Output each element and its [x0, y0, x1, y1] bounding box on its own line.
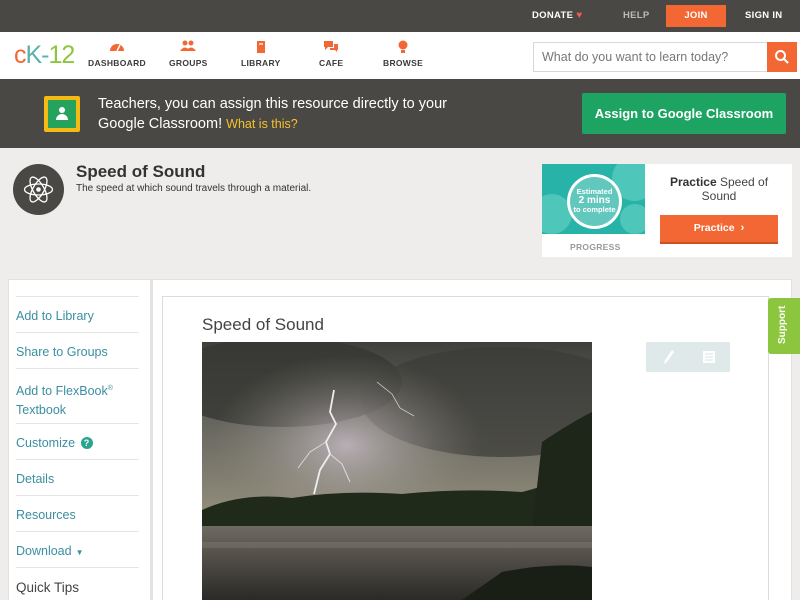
- nav-dashboard[interactable]: DASHBOARD: [88, 40, 146, 68]
- estimate-line3: to complete: [573, 205, 616, 214]
- lesson-title: Speed of Sound: [202, 315, 324, 334]
- sidebar-item-details[interactable]: Details: [16, 459, 139, 489]
- lightning-storm-photo: [202, 342, 592, 600]
- practice-title: Practice Speed of Sound: [660, 175, 778, 203]
- registered-mark: ®: [107, 385, 113, 392]
- banner-message: Teachers, you can assign this resource d…: [98, 94, 448, 134]
- logo-k: K-: [25, 41, 50, 69]
- sidebar-item-add-flexbook[interactable]: Add to FlexBook® Textbook: [16, 368, 139, 420]
- notes-icon[interactable]: [702, 350, 716, 364]
- sidebar-item-download[interactable]: Download ▼: [16, 531, 139, 562]
- atom-icon: [13, 164, 64, 215]
- quick-tips-label: Quick Tips: [16, 580, 80, 595]
- page-subtitle: The speed at which sound travels through…: [76, 183, 312, 194]
- assign-google-classroom-button[interactable]: Assign to Google Classroom: [582, 93, 786, 134]
- nav-browse[interactable]: BROWSE: [383, 40, 423, 68]
- donate-label: DONATE: [532, 10, 574, 21]
- join-button[interactable]: JOIN: [666, 5, 726, 27]
- cafe-icon: [319, 40, 343, 56]
- help-link[interactable]: HELP: [623, 0, 650, 32]
- download-label: Download: [16, 544, 72, 558]
- support-tab[interactable]: Support: [768, 298, 800, 354]
- progress-ring: Estimated 2 mins to complete: [567, 174, 622, 229]
- nav-browse-label: BROWSE: [383, 58, 424, 68]
- chevron-right-icon: ›: [740, 222, 745, 234]
- nav-groups-label: GROUPS: [169, 58, 208, 68]
- sidebar-quick-tips[interactable]: Quick Tips: [16, 567, 139, 597]
- groups-icon: [169, 40, 208, 56]
- flexbook-textbook-label: Textbook: [16, 403, 67, 418]
- progress-label: PROGRESS: [570, 242, 621, 252]
- search-button[interactable]: [767, 42, 797, 72]
- logo-c: c: [14, 41, 26, 69]
- sidebar-item-add-library[interactable]: Add to Library: [16, 296, 139, 326]
- what-is-this-link[interactable]: What is this?: [226, 117, 298, 131]
- dashboard-icon: [88, 40, 146, 56]
- progress-graphic: Estimated 2 mins to complete: [542, 164, 645, 234]
- details-label: Details: [16, 472, 55, 486]
- practice-button-label: Practice: [693, 222, 735, 234]
- browse-icon: [383, 40, 423, 56]
- caret-down-icon: ▼: [75, 548, 84, 557]
- main-nav: cK-12 DASHBOARD GROUPS LIBRARY CAFE BROW…: [0, 32, 800, 79]
- lesson-tools: [646, 342, 730, 372]
- donate-link[interactable]: DONATE ♥: [532, 0, 582, 32]
- sidebar-item-share-groups[interactable]: Share to Groups: [16, 332, 139, 362]
- practice-card: Estimated 2 mins to complete PROGRESS Pr…: [542, 164, 792, 257]
- nav-library[interactable]: LIBRARY: [241, 40, 281, 68]
- help-icon[interactable]: ?: [80, 437, 93, 449]
- nav-dashboard-label: DASHBOARD: [88, 58, 146, 68]
- resources-label: Resources: [16, 508, 76, 522]
- search-input[interactable]: [534, 43, 768, 71]
- support-label: Support: [777, 305, 788, 344]
- nav-library-label: LIBRARY: [241, 58, 281, 68]
- ck12-logo[interactable]: cK-12: [14, 41, 76, 70]
- customize-label: Customize: [16, 436, 76, 450]
- google-classroom-icon: [44, 96, 80, 132]
- sidebar-divider: [150, 280, 153, 600]
- search-icon: [775, 50, 789, 64]
- add-flexbook-label: Add to FlexBook: [16, 384, 108, 399]
- pencil-icon[interactable]: [663, 349, 675, 365]
- share-groups-label: Share to Groups: [16, 345, 108, 359]
- logo-12: 12: [48, 41, 76, 69]
- top-bar: DONATE ♥ HELP JOIN SIGN IN: [0, 0, 800, 32]
- search-box: [533, 42, 797, 72]
- practice-button[interactable]: Practice ›: [660, 215, 778, 244]
- heart-icon: ♥: [576, 10, 583, 21]
- nav-cafe-label: CAFE: [319, 58, 344, 68]
- sign-in-link[interactable]: SIGN IN: [745, 0, 782, 32]
- library-icon: [241, 40, 281, 56]
- nav-groups[interactable]: GROUPS: [169, 40, 208, 68]
- add-library-label: Add to Library: [16, 309, 94, 323]
- practice-title-bold: Practice: [669, 175, 717, 189]
- nav-cafe[interactable]: CAFE: [319, 40, 343, 68]
- sidebar-item-resources[interactable]: Resources: [16, 495, 139, 525]
- page-title: Speed of Sound: [76, 162, 206, 181]
- estimate-line2: 2 mins: [578, 195, 611, 206]
- sidebar-item-customize[interactable]: Customize ?: [16, 423, 139, 453]
